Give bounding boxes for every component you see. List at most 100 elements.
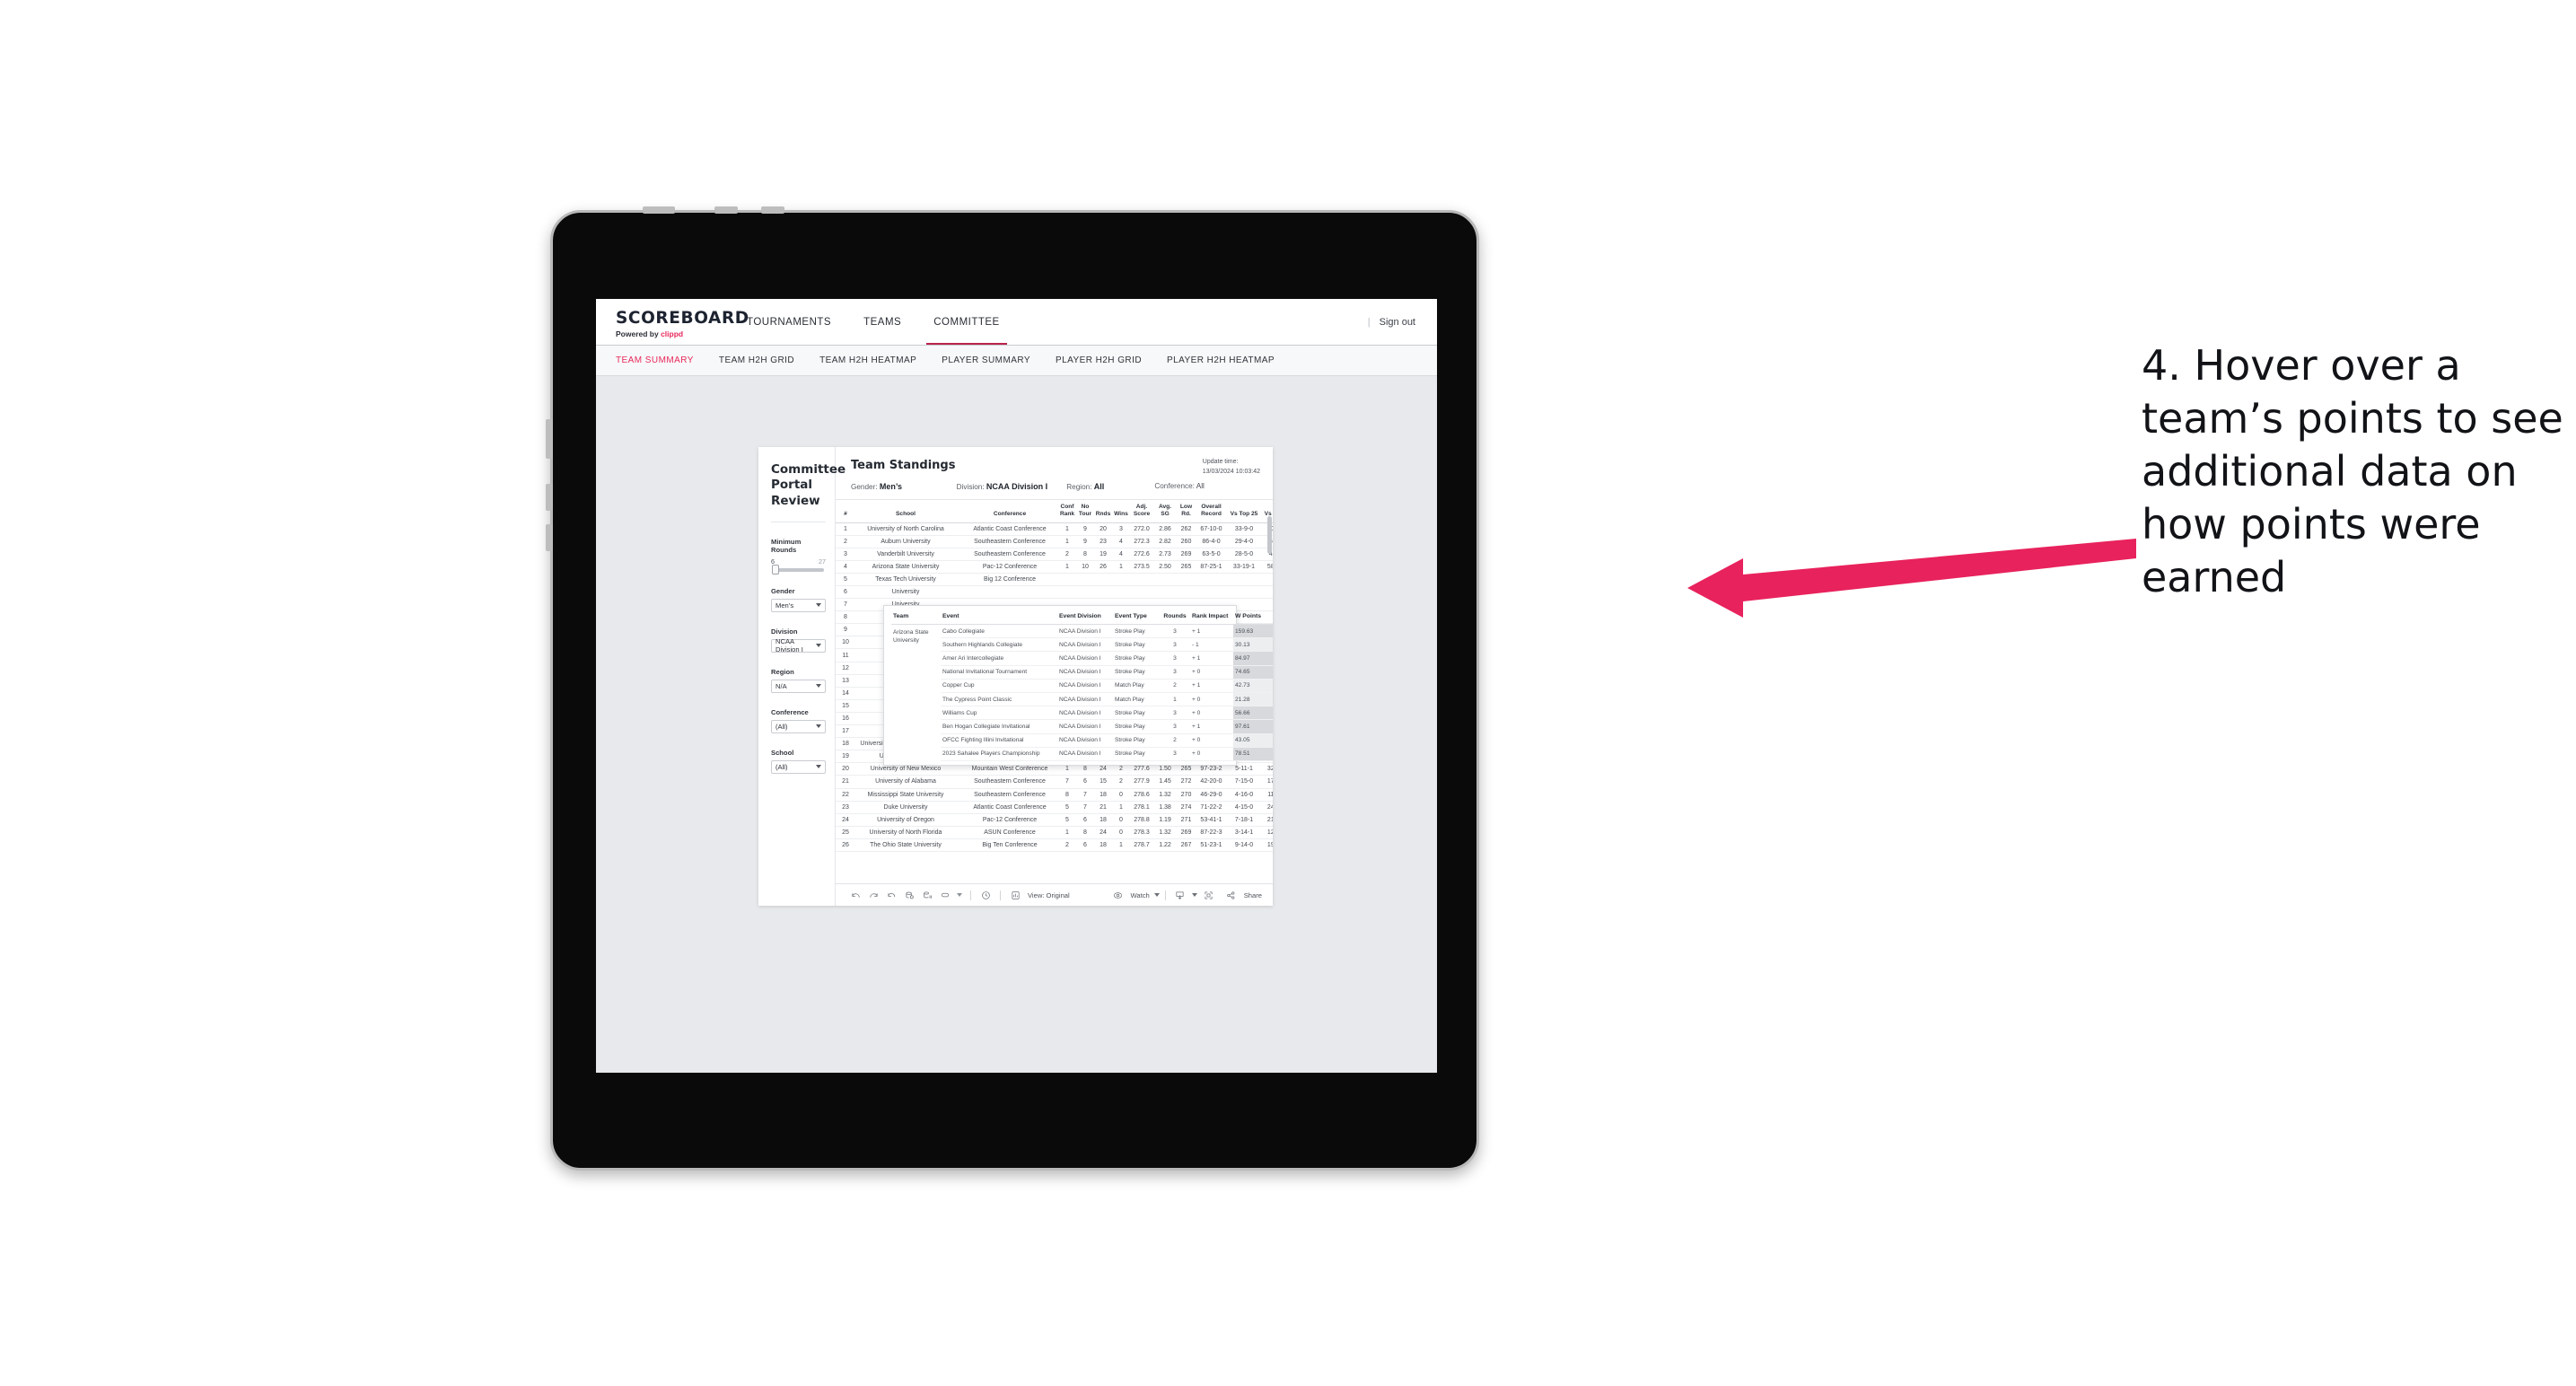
tooltip-rank-impact-cell: + 0 [1190,692,1233,707]
history-icon[interactable] [977,890,994,900]
toolbar-caret-icon[interactable] [954,893,965,897]
no-tour-cell: 8 [1076,826,1094,839]
table-row[interactable]: 22 Mississippi State University Southeaste… [836,788,1273,802]
summary-gender: Gender: Men’s [851,482,957,491]
sign-out-link[interactable]: Sign out [1380,317,1415,328]
rank-cell: 23 [836,801,850,814]
school-select[interactable]: (All) [771,759,826,774]
refresh-data-icon[interactable] [900,890,918,900]
tooltip-rank-impact-cell: + 0 [1190,747,1233,761]
low-rd-cell: 265 [1177,560,1196,574]
minimum-rounds-slider-handle[interactable] [772,565,779,575]
col-rnds[interactable]: Rnds [1094,500,1112,523]
adj-score-cell: 278.6 [1130,788,1153,802]
conference-select[interactable]: (All) [771,719,826,733]
tooltip-col-rounds: Rounds [1160,611,1190,625]
tab-player-summary[interactable]: PLAYER SUMMARY [942,355,1045,365]
col-adj-score[interactable]: Adj. Score [1130,500,1153,523]
minimum-rounds-slider[interactable] [772,565,824,575]
no-tour-cell: 9 [1076,535,1094,548]
tab-team-summary[interactable]: TEAM SUMMARY [616,355,708,365]
wins-cell: 0 [1112,826,1130,839]
summary-conference-label: Conference: [1154,482,1195,490]
col-overall-record[interactable]: Overall Record [1196,500,1227,523]
tab-player-h2h-grid[interactable]: PLAYER H2H GRID [1056,355,1156,365]
tooltip-rank-impact-cell: + 1 [1190,679,1233,693]
top-nav-right: | Sign out [1368,299,1437,345]
vs-top-25-cell: 33-19-1 [1227,560,1261,574]
table-row[interactable]: 6 University [836,585,1273,600]
table-row[interactable]: 3 Vanderbilt University Southeastern Confe… [836,548,1273,561]
tab-team-h2h-heatmap[interactable]: TEAM H2H HEATMAP [819,355,931,365]
col-conference[interactable]: Conference [961,500,1058,523]
brand-title: SCOREBOARD [616,309,749,329]
table-row[interactable]: 21 University of Alabama Southeastern Conf… [836,775,1273,789]
share-button[interactable]: Share [1222,890,1262,900]
fullscreen-icon[interactable] [1200,890,1218,900]
minimum-rounds-range: 6 27 [771,557,826,566]
undo-icon[interactable] [846,890,864,900]
rank-cell: 4 [836,560,850,574]
download-caret-icon[interactable] [1189,893,1200,897]
low-rd-cell: 271 [1177,813,1196,827]
rank-cell: 9 [836,623,850,637]
nav-item-teams[interactable]: TEAMS [847,299,917,345]
pause-data-icon[interactable] [918,890,936,900]
table-row[interactable]: 26 The Ohio State University Big Ten Confe… [836,838,1273,852]
col-avg-sg[interactable]: Avg. SG [1153,500,1177,523]
tooltip-rank-impact-cell: + 1 [1190,651,1233,666]
table-row[interactable]: 4 Arizona State University Pac-12 Conferen… [836,560,1273,574]
power-button[interactable] [643,206,675,214]
revert-icon[interactable] [882,890,900,900]
tooltip-event-division-cell: NCAA Division I [1057,706,1113,721]
tab-player-h2h-heatmap[interactable]: PLAYER H2H HEATMAP [1167,355,1289,365]
col-vs-top-25[interactable]: Vs Top 25 [1227,500,1261,523]
volume-down-button[interactable] [761,206,784,214]
division-select[interactable]: NCAA Division I [771,637,826,654]
nav-item-committee[interactable]: COMMITTEE [917,299,1016,345]
gender-select[interactable]: Men’s [771,598,826,612]
no-tour-cell [1076,585,1094,600]
tab-team-h2h-grid[interactable]: TEAM H2H GRID [719,355,809,365]
table-row[interactable]: 23 Duke University Atlantic Coast Conferen… [836,801,1273,814]
vs-top-25-cell: 4-15-0 [1227,801,1261,814]
table-row[interactable]: 1 University of North Carolina Atlantic Co… [836,522,1273,536]
rank-cell: 16 [836,712,850,726]
region-select[interactable]: N/A [771,679,826,693]
side-button-c[interactable] [546,524,553,551]
conf-rank-cell: 1 [1058,522,1076,536]
col-no-tour[interactable]: No Tour [1076,500,1094,523]
watch-button[interactable]: Watch [1108,890,1160,900]
nav-item-tournaments[interactable]: TOURNAMENTS [731,299,847,345]
col-wins[interactable]: Wins [1112,500,1130,523]
adj-score-cell: 278.7 [1130,838,1153,852]
brand-logo[interactable]: SCOREBOARD Powered by clippd [596,299,749,345]
table-row[interactable]: 24 University of Oregon Pac-12 Conference 5… [836,813,1273,827]
table-row[interactable]: 5 Texas Tech University Big 12 Conference [836,573,1273,587]
chevron-down-icon [816,684,821,689]
side-button-b[interactable] [546,484,553,511]
volume-up-button[interactable] [714,206,738,214]
adj-score-cell: 278.8 [1130,813,1153,827]
table-row[interactable]: 25 University of North Florida ASUN Confer… [836,826,1273,839]
col-school[interactable]: School [850,500,961,523]
low-rd-cell: 269 [1177,548,1196,561]
view-original-button[interactable]: View: Original [1006,890,1070,900]
filter-summary: Gender: Men’s Division: NCAA Division I … [851,482,1260,491]
tooltip-row: Copper Cup NCAA Division I Match Play 2 + 14… [891,679,1273,693]
col-rank[interactable]: # [836,500,850,523]
col-low-rd[interactable]: Low Rd. [1177,500,1196,523]
redo-icon[interactable] [864,890,882,900]
rank-cell: 10 [836,636,850,650]
col-conf-rank[interactable]: Conf Rank [1058,500,1076,523]
download-icon[interactable] [1171,890,1189,900]
avg-sg-cell: 2.82 [1153,535,1177,548]
tooltip-table-body: Arizona State University Cabo Collegiate N… [891,624,1273,761]
eye-icon [1108,890,1126,900]
conf-rank-cell: 1 [1058,826,1076,839]
table-row[interactable]: 2 Auburn University Southeastern Conferenc… [836,535,1273,548]
pause-updates-icon[interactable] [936,890,954,900]
side-button-a[interactable] [546,419,553,459]
vertical-scrollbar[interactable] [1267,516,1272,554]
tooltip-w-points-cell: 97.61 [1233,719,1273,734]
